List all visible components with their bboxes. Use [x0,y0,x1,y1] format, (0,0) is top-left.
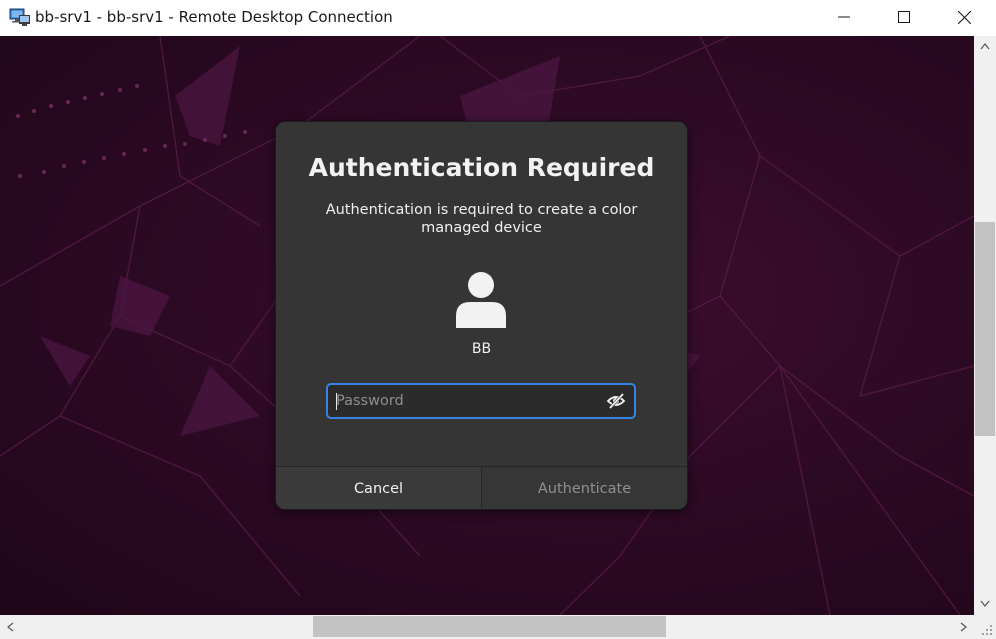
password-input[interactable] [336,385,596,417]
scroll-up-icon[interactable] [980,42,990,50]
authenticate-button[interactable]: Authenticate [482,467,687,509]
dialog-button-row: Cancel Authenticate [276,466,687,509]
eye-slash-icon[interactable] [606,392,626,410]
title-bar[interactable]: bb-srv1 - bb-srv1 - Remote Desktop Conne… [0,0,996,36]
window-title: bb-srv1 - bb-srv1 - Remote Desktop Conne… [35,8,393,26]
dialog-title: Authentication Required [308,153,655,182]
minimize-icon [838,16,850,18]
scroll-left-icon[interactable] [6,622,14,632]
vertical-scroll-thumb[interactable] [975,222,995,436]
minimize-button[interactable] [814,0,874,34]
remote-desktop-window: bb-srv1 - bb-srv1 - Remote Desktop Conne… [0,0,996,639]
resize-grip-icon [982,625,992,635]
password-field[interactable] [326,383,636,419]
remote-desktop-view[interactable]: Authentication Required Authentication i… [0,36,974,615]
horizontal-scroll-thumb[interactable] [313,616,666,637]
cancel-button[interactable]: Cancel [276,467,482,509]
close-button[interactable] [934,0,994,34]
text-caret [336,393,337,410]
maximize-button[interactable] [874,0,934,34]
remote-desktop-icon [9,8,30,26]
resize-grip[interactable] [974,615,996,639]
close-icon [957,10,971,24]
user-name: BB [471,341,492,357]
scroll-right-icon[interactable] [960,622,968,632]
dialog-message: Authentication is required to create a c… [325,202,638,236]
scroll-down-icon[interactable] [980,600,990,608]
authentication-dialog: Authentication Required Authentication i… [275,121,688,510]
user-avatar-icon [456,272,506,328]
maximize-icon [898,11,910,23]
